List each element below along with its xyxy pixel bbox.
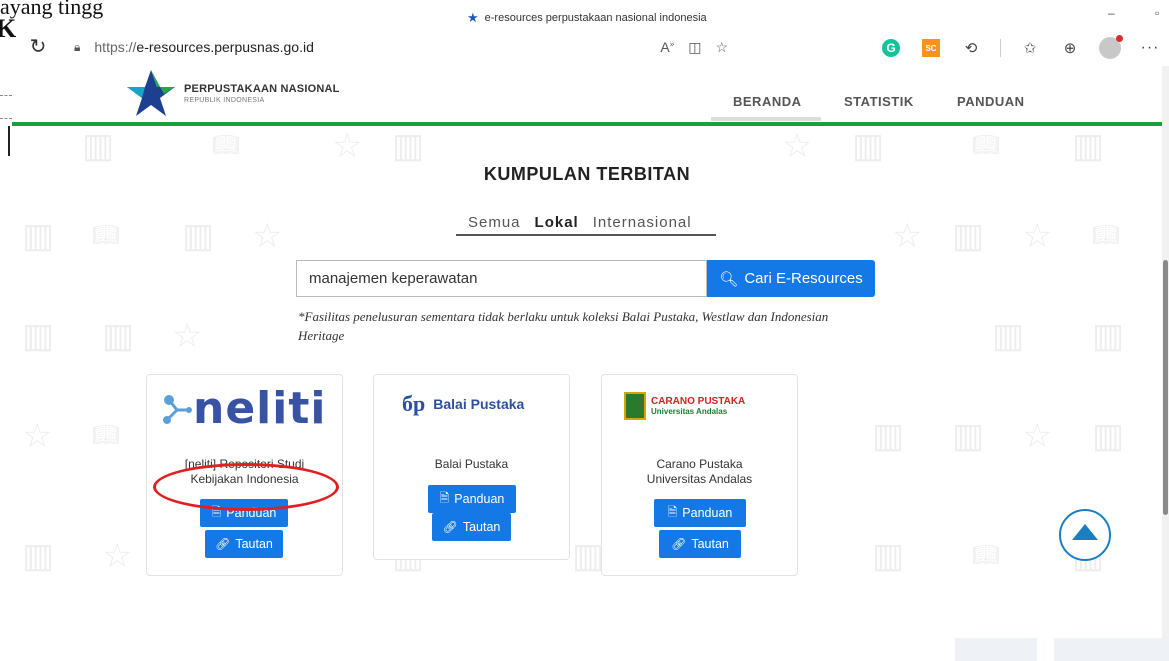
tabs-underline — [456, 234, 716, 236]
more-options-icon[interactable]: ··· — [1139, 37, 1161, 59]
nav-active-indicator — [711, 117, 821, 121]
tautan-button-label: Tautan — [462, 520, 501, 534]
annotation-ellipse — [153, 463, 339, 511]
screenshot-root: ayang tingg K ★ e-resources perpustakaan… — [0, 0, 1169, 661]
neliti-molecule-icon — [163, 394, 192, 424]
search-icon: 🔍︎ — [719, 270, 739, 288]
background-window-strip — [1054, 638, 1169, 661]
scrollbar-thumb[interactable] — [1163, 260, 1168, 515]
toolbar-divider — [1000, 39, 1001, 57]
extensions-icon[interactable]: ⟲ — [960, 37, 982, 59]
logo-title: PERPUSTAKAAN NASIONAL — [184, 83, 340, 95]
web-page: ▥ 📖︎ ☆ ▥ ☆ ▥ 📖︎ ▥ ▥ 📖︎ ▥ ☆ ☆ ▥ ☆ 📖︎ ▥ ▥ ☆ ▥ ▥ ☆ 📖︎ … — [12, 66, 1162, 661]
carano-logo-text: CARANO PUSTAKA — [651, 396, 746, 407]
perpusnas-logo-icon[interactable] — [124, 68, 178, 120]
panduan-button[interactable]: 🗎 Panduan — [654, 499, 746, 527]
carano-logo-subtext: Universitas Andalas — [651, 407, 728, 416]
page-title: KUMPULAN TERBITAN — [483, 164, 691, 184]
browser-titlebar: ★ e-resources perpustakaan nasional indo… — [0, 6, 1169, 28]
minimize-icon[interactable]: – — [1108, 6, 1115, 20]
link-icon: 🔗︎ — [215, 537, 231, 551]
url-scheme: https:// — [94, 39, 137, 55]
link-icon: 🔗︎ — [671, 537, 687, 551]
tab-lokal[interactable]: Lokal — [535, 214, 579, 231]
document-icon: 🗎 — [439, 490, 450, 505]
tautan-button-label: Tautan — [235, 537, 273, 551]
reader-view-icon[interactable]: ◫ — [688, 39, 701, 56]
link-icon: 🔗︎ — [442, 520, 458, 534]
resource-card-balai-pustaka: бр Balai Pustaka Balai Pustaka 🗎 Panduan… — [373, 374, 570, 560]
add-favorite-icon[interactable]: ☆ — [715, 39, 728, 56]
nav-panduan[interactable]: PANDUAN — [957, 94, 1025, 109]
panduan-button-label: Panduan — [454, 492, 505, 506]
balai-pustaka-logo[interactable]: бр Balai Pustaka — [402, 391, 524, 417]
browser-toolbar: ↻ 🔒︎ https://e-resources.perpusnas.go.id… — [18, 28, 1169, 66]
header-green-rule — [12, 122, 1162, 126]
collection-tabs: Semua Lokal Internasional — [456, 208, 716, 236]
read-aloud-icon[interactable]: A» — [660, 39, 674, 55]
tab-internasional[interactable]: Internasional — [593, 214, 692, 231]
carano-pustaka-logo[interactable]: CARANO PUSTAKA Universitas Andalas — [624, 392, 745, 420]
extension-bar: G SC ⟲ ✩ ⊕ ··· — [880, 34, 1161, 62]
restore-icon[interactable]: ▫ — [1155, 6, 1159, 20]
nav-beranda[interactable]: BERANDA — [733, 94, 802, 109]
search-button[interactable]: 🔍︎ Cari E-Resources — [707, 260, 875, 297]
dotted-divider — [0, 118, 12, 119]
profile-avatar[interactable] — [1099, 35, 1123, 59]
search-notice: *Fasilitas penelusuran sementara tidak b… — [298, 309, 829, 343]
balai-pustaka-logo-text: Balai Pustaka — [433, 396, 525, 412]
favorites-icon[interactable]: ✩ — [1019, 37, 1041, 59]
carano-emblem-icon — [624, 392, 646, 420]
scroll-to-top-button[interactable] — [1059, 509, 1111, 561]
tautan-button[interactable]: 🔗︎ Tautan — [205, 530, 283, 558]
logo-subtitle: REPUBLIK INDONESIA — [184, 97, 265, 104]
grammarly-extension-icon[interactable]: G — [880, 37, 902, 59]
url-host: e-resources.perpusnas.go.id — [136, 39, 314, 55]
site-header: PERPUSTAKAAN NASIONAL REPUBLIK INDONESIA… — [12, 66, 1162, 126]
active-tab[interactable]: ★ e-resources perpustakaan nasional indo… — [467, 8, 707, 28]
neliti-logo[interactable]: neliti — [161, 383, 326, 434]
document-icon: 🗎 — [667, 504, 678, 519]
card-title-line1: Balai Pustaka — [434, 457, 509, 471]
collections-icon[interactable]: ⊕ — [1059, 37, 1081, 59]
background-window-strip — [955, 638, 1037, 661]
site-logo-text[interactable]: PERPUSTAKAAN NASIONAL REPUBLIK INDONESIA — [184, 83, 340, 104]
address-bar[interactable]: 🔒︎ https://e-resources.perpusnas.go.id A… — [62, 33, 808, 61]
site-favicon-icon: ★ — [467, 10, 479, 25]
dotted-divider — [0, 95, 12, 96]
reload-icon[interactable]: ↻ — [26, 34, 50, 59]
tab-semua[interactable]: Semua — [468, 214, 521, 231]
tautan-button[interactable]: 🔗︎ Tautan — [659, 530, 741, 558]
tautan-button-label: Tautan — [691, 537, 729, 551]
balai-pustaka-mark: бр — [402, 391, 426, 416]
panduan-button[interactable]: 🗎 Panduan — [428, 485, 516, 513]
tautan-button[interactable]: 🔗︎ Tautan — [432, 513, 511, 541]
search-input[interactable]: manajemen keperawatan — [296, 260, 707, 297]
sc-extension-icon[interactable]: SC — [920, 37, 942, 59]
tab-title: e-resources perpustakaan nasional indone… — [484, 12, 707, 24]
card-title-line2: Universitas Andalas — [646, 472, 753, 486]
card-title-line1: Carano Pustaka — [656, 457, 743, 471]
search-button-label: Cari E-Resources — [744, 270, 863, 287]
text-cursor-mark — [8, 126, 10, 156]
nav-statistik[interactable]: STATISTIK — [844, 94, 914, 109]
lock-icon[interactable]: 🔒︎ — [74, 40, 80, 55]
resource-card-carano-pustaka: CARANO PUSTAKA Universitas Andalas Caran… — [601, 374, 798, 576]
neliti-logo-text: neliti — [193, 383, 327, 434]
panduan-button-label: Panduan — [682, 506, 733, 520]
page-scrollbar[interactable] — [1162, 66, 1169, 661]
